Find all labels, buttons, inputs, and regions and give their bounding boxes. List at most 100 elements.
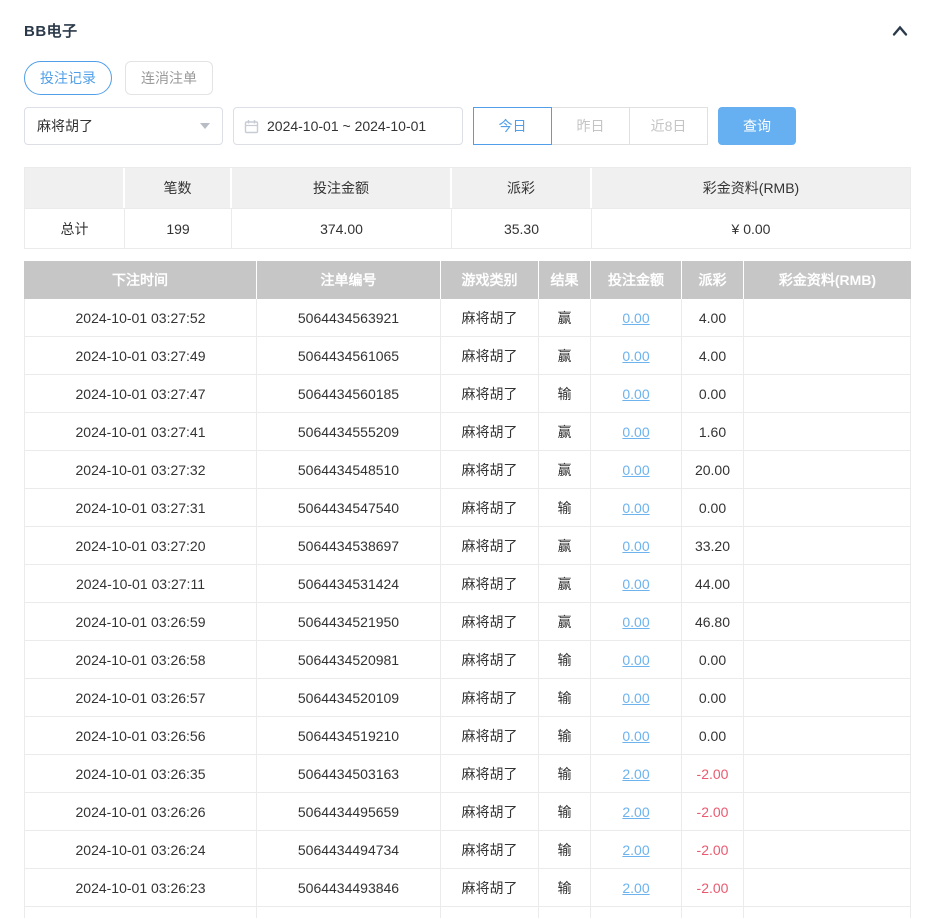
game-type-cell: 麻将胡了 xyxy=(441,489,539,527)
order-number-cell xyxy=(257,907,441,918)
chevron-up-icon xyxy=(891,24,909,38)
order-number-cell: 5064434548510 xyxy=(257,451,441,489)
game-select-value: 麻将胡了 xyxy=(37,116,93,136)
order-number-cell: 5064434538697 xyxy=(257,527,441,565)
bet-amount-link[interactable]: 0.00 xyxy=(622,690,649,706)
summary-total-jackpot: ¥ 0.00 xyxy=(592,208,910,248)
order-number-cell: 5064434561065 xyxy=(257,337,441,375)
bet-time-cell: 2024-10-01 03:26:56 xyxy=(25,717,257,755)
quick-today-button[interactable]: 今日 xyxy=(473,107,552,145)
table-row: 2024-10-01 03:26:355064434503163麻将胡了输2.0… xyxy=(25,755,910,793)
bet-time-cell: 2024-10-01 03:27:52 xyxy=(25,299,257,337)
bet-amount-link[interactable]: 0.00 xyxy=(622,310,649,326)
summary-total-row: 总计 199 374.00 35.30 ¥ 0.00 xyxy=(25,208,910,248)
result-cell: 输 xyxy=(539,489,591,527)
table-row: 2024-10-01 03:26:265064434495659麻将胡了输2.0… xyxy=(25,793,910,831)
date-range-input[interactable]: 2024-10-01 ~ 2024-10-01 xyxy=(233,107,463,145)
header-game-type: 游戏类别 xyxy=(441,261,539,299)
bet-amount-cell: 0.00 xyxy=(591,603,682,641)
bet-amount-link[interactable]: 0.00 xyxy=(622,614,649,630)
table-row: 2024-10-01 03:26:585064434520981麻将胡了输0.0… xyxy=(25,641,910,679)
game-type-cell: 麻将胡了 xyxy=(441,413,539,451)
table-row: 2024-10-01 03:26:245064434494734麻将胡了输2.0… xyxy=(25,831,910,869)
quick-yesterday-button[interactable]: 昨日 xyxy=(551,107,630,145)
table-row: 2024-10-01 03:27:475064434560185麻将胡了输0.0… xyxy=(25,375,910,413)
bet-amount-link[interactable]: 2.00 xyxy=(622,842,649,858)
result-cell: 输 xyxy=(539,793,591,831)
jackpot-cell xyxy=(744,641,910,679)
game-type-cell xyxy=(441,907,539,918)
game-type-cell: 麻将胡了 xyxy=(441,527,539,565)
payout-cell: 33.20 xyxy=(682,527,744,565)
bet-amount-link[interactable]: 0.00 xyxy=(622,728,649,744)
payout-cell: 46.80 xyxy=(682,603,744,641)
result-cell: 赢 xyxy=(539,413,591,451)
bet-time-cell: 2024-10-01 03:27:32 xyxy=(25,451,257,489)
jackpot-cell xyxy=(744,299,910,337)
quick-last8days-button[interactable]: 近8日 xyxy=(629,107,708,145)
bet-amount-cell: 0.00 xyxy=(591,413,682,451)
bet-amount-link[interactable]: 0.00 xyxy=(622,652,649,668)
bet-amount-cell: 0.00 xyxy=(591,451,682,489)
jackpot-cell xyxy=(744,679,910,717)
chevron-down-icon xyxy=(200,123,210,129)
result-cell: 赢 xyxy=(539,603,591,641)
payout-cell: 0.00 xyxy=(682,717,744,755)
result-cell: 赢 xyxy=(539,565,591,603)
bet-time-cell: 2024-10-01 03:27:11 xyxy=(25,565,257,603)
bet-amount-link[interactable]: 0.00 xyxy=(622,462,649,478)
game-type-cell: 麻将胡了 xyxy=(441,451,539,489)
bet-time-cell: 2024-10-01 03:27:49 xyxy=(25,337,257,375)
bet-amount-link[interactable]: 0.00 xyxy=(622,500,649,516)
panel-header: BB电子 xyxy=(24,20,911,41)
bet-amount-cell: 0.00 xyxy=(591,679,682,717)
result-cell: 赢 xyxy=(539,527,591,565)
bet-time-cell: 2024-10-01 03:26:59 xyxy=(25,603,257,641)
calendar-icon xyxy=(244,119,259,134)
result-cell: 输 xyxy=(539,755,591,793)
bet-amount-cell: 0.00 xyxy=(591,641,682,679)
collapse-panel-button[interactable] xyxy=(889,22,911,40)
jackpot-cell xyxy=(744,755,910,793)
search-button[interactable]: 查询 xyxy=(718,107,796,145)
table-row: 2024-10-01 03:27:325064434548510麻将胡了赢0.0… xyxy=(25,451,910,489)
record-type-tabs: 投注记录 连消注单 xyxy=(24,61,911,95)
bet-amount-cell: 0.00 xyxy=(591,527,682,565)
tab-bet-records[interactable]: 投注记录 xyxy=(24,61,112,95)
order-number-cell: 5064434560185 xyxy=(257,375,441,413)
tab-cancelled-orders[interactable]: 连消注单 xyxy=(125,61,213,95)
game-select[interactable]: 麻将胡了 xyxy=(24,107,223,145)
bet-time-cell: 2024-10-01 03:27:47 xyxy=(25,375,257,413)
summary-total-count: 199 xyxy=(125,208,232,248)
bet-records-panel: BB电子 投注记录 连消注单 麻将胡了 2024-10-01 ~ 2024-10… xyxy=(0,0,935,918)
bet-amount-link[interactable]: 2.00 xyxy=(622,804,649,820)
game-type-cell: 麻将胡了 xyxy=(441,337,539,375)
payout-cell: 4.00 xyxy=(682,299,744,337)
bet-amount-cell: 2.00 xyxy=(591,793,682,831)
order-number-cell: 5064434493846 xyxy=(257,869,441,907)
records-table: 下注时间 注单编号 游戏类别 结果 投注金额 派彩 彩金资料(RMB) 2024… xyxy=(24,261,911,918)
bet-amount-link[interactable]: 0.00 xyxy=(622,386,649,402)
bet-amount-link[interactable]: 0.00 xyxy=(622,576,649,592)
game-type-cell: 麻将胡了 xyxy=(441,831,539,869)
bet-amount-cell: 0.00 xyxy=(591,375,682,413)
bet-amount-link[interactable]: 0.00 xyxy=(622,538,649,554)
bet-amount-link[interactable]: 2.00 xyxy=(622,766,649,782)
bet-amount-link[interactable]: 2.00 xyxy=(622,880,649,896)
page-title: BB电子 xyxy=(24,20,78,41)
bet-amount-link[interactable]: 0.00 xyxy=(622,348,649,364)
result-cell: 输 xyxy=(539,679,591,717)
bet-amount-cell: 2.00 xyxy=(591,831,682,869)
bet-amount-link[interactable]: 0.00 xyxy=(622,424,649,440)
summary-table: 笔数 投注金额 派彩 彩金资料(RMB) 总计 199 374.00 35.30… xyxy=(24,167,911,249)
result-cell: 赢 xyxy=(539,299,591,337)
jackpot-cell xyxy=(744,489,910,527)
table-row: 2024-10-01 03:27:315064434547540麻将胡了输0.0… xyxy=(25,489,910,527)
header-jackpot: 彩金资料(RMB) xyxy=(744,261,911,299)
bet-time-cell: 2024-10-01 03:26:26 xyxy=(25,793,257,831)
records-table-header: 下注时间 注单编号 游戏类别 结果 投注金额 派彩 彩金资料(RMB) xyxy=(24,261,911,299)
table-row: 2024-10-01 03:27:115064434531424麻将胡了赢0.0… xyxy=(25,565,910,603)
jackpot-cell xyxy=(744,793,910,831)
result-cell: 输 xyxy=(539,831,591,869)
payout-cell: 0.00 xyxy=(682,679,744,717)
